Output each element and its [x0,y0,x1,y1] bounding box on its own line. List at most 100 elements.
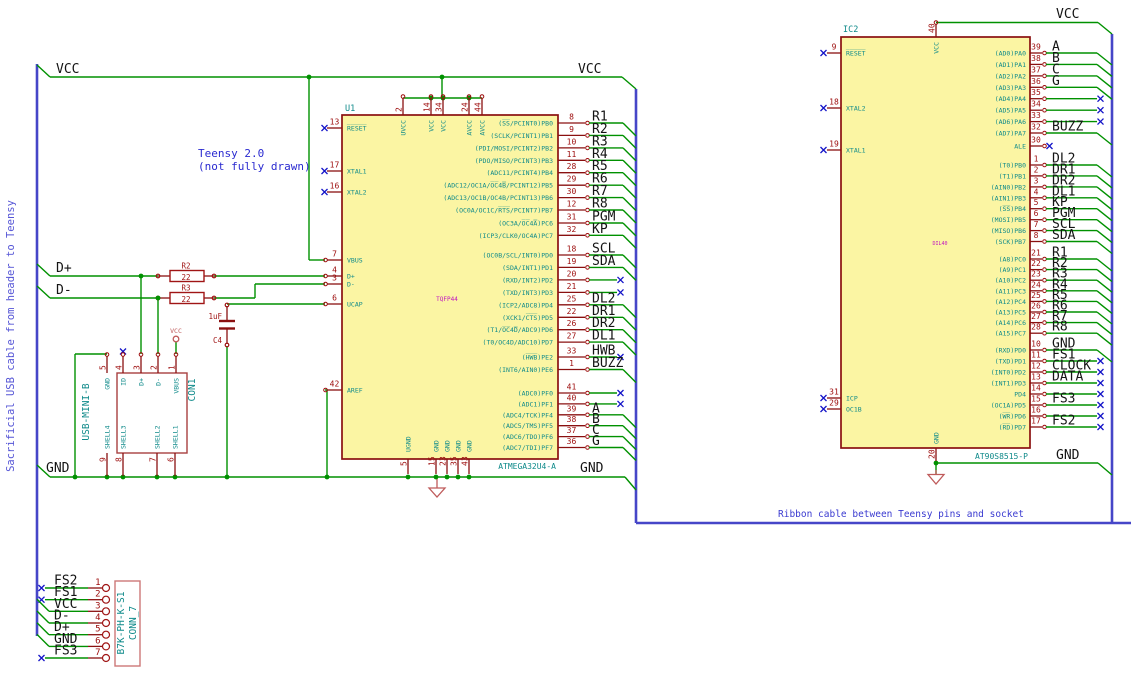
pin-name: SHELL1 [172,425,180,449]
usb-connector-ref: CON1 [187,378,198,401]
pin-name: SHELL2 [154,425,162,449]
wire [622,122,637,137]
pin-number: 38 [567,415,577,424]
pin-name: ICP [846,395,858,403]
pin-number: 1 [1034,155,1039,164]
pin-terminal [1042,320,1047,325]
pin-number: 17 [1031,417,1041,426]
pin-name: D- [347,281,355,289]
pin-number: 43 [461,456,470,466]
pin-terminal [1042,96,1047,101]
wire [1096,311,1113,325]
pin-number: 7 [95,648,100,658]
pin-number: 16 [330,182,340,191]
pin-terminal [1042,119,1047,124]
pin-number: 6 [95,636,100,646]
no-connect-icon [321,188,328,196]
pin-name: (AD1)PA1 [995,61,1026,69]
no-connect-icon [1097,106,1104,114]
pin-number: 33 [567,347,577,356]
r3-reference: R3 [181,284,190,293]
net-label: KP [592,222,608,237]
r2-reference: R2 [181,262,190,271]
pin-number: 4 [115,365,124,370]
conn7-value: B7K-PH-K-S1 [116,591,127,654]
wire [622,316,637,331]
pin-number: 13 [330,118,340,127]
wire [622,369,637,383]
pin-number: 32 [567,225,577,234]
pin-name: VCC [933,42,941,54]
pin-terminal [585,434,590,439]
net-label: DL1 [592,329,615,344]
net-label: SDA [1052,228,1076,243]
pin-terminal [585,339,590,345]
pin-number: 1 [95,578,100,588]
wire [1096,230,1113,244]
pin-name: (ADC4/TCK)PF4 [502,411,553,419]
pin-terminal [585,182,590,188]
pin-terminal [1042,413,1047,419]
wire [1096,269,1113,283]
wire [1096,52,1113,66]
pin-number: 6 [167,457,176,462]
pin-name: GND [466,440,474,452]
net-label: R8 [1052,320,1068,335]
pin-name: R̅E̅S̅E̅T̅ [347,123,367,132]
pin-name: SHELL3 [120,425,128,449]
pin-name: (RXD)PD0 [995,347,1026,355]
pin-name: (MOSI)PB5 [991,216,1026,224]
pin-number: 8 [569,113,574,122]
pin-terminal [1042,206,1047,211]
pin-terminal [1042,195,1047,201]
wire [622,414,637,429]
pin-terminal [1042,130,1047,136]
pin-terminal [585,170,590,175]
wire [1096,75,1113,89]
pin-name: (W̅R̅)PD6 [999,411,1026,420]
pin-terminal [1042,73,1047,79]
pin-number: 7 [332,250,337,259]
net-label-gnd-ic2: GND [1056,448,1080,463]
gnd-symbol-ic2 [926,470,946,486]
wire [622,134,637,149]
pin-terminal [585,252,590,258]
pin-terminal [1042,299,1047,304]
pin-terminal [1042,402,1047,408]
pin-pad [101,583,111,593]
pin-name: XTAL1 [347,168,367,176]
net-label-vcc-left: VCC [56,62,79,77]
net-label: SDA [592,254,616,269]
pin-number: 11 [567,150,577,159]
wire [622,222,637,237]
no-connect-icon [820,405,827,413]
c4-reference: C4 [213,336,223,345]
pin-pad [101,642,111,651]
no-connect-icon [1097,401,1104,409]
schematic-drawing: 8(S̅S̅/PCINT0)PB0 R19(SCLK/PCINT1)PB1 R210… [5,7,1131,667]
pin-terminal [585,290,590,295]
pin-terminal [1042,380,1047,386]
pin-number: 3 [133,365,142,370]
net-label: DATA [1052,370,1083,385]
pin-number: 41 [567,383,577,392]
net-label-gnd-left: GND [46,461,70,476]
pin-number: 36 [567,437,577,446]
pin-pad [101,595,111,604]
pin-terminal [585,423,590,429]
pin-number: 3 [332,274,337,283]
pin-number: 28 [1031,323,1041,332]
pin-name: (INT6/AIN0)PE6 [498,366,553,374]
pin-number: 34 [435,102,444,112]
pin-terminal [585,145,590,151]
junction-dot [405,474,411,480]
pin-number: 6 [1034,209,1039,218]
pin-number: 17 [330,161,340,170]
pin-terminal [585,158,590,163]
pin-number: 5 [95,625,100,635]
pin-number: 6 [332,294,337,303]
wire [1096,63,1113,77]
wire [1096,322,1113,336]
pin-pad [101,607,111,616]
pin-terminal [1042,358,1047,364]
